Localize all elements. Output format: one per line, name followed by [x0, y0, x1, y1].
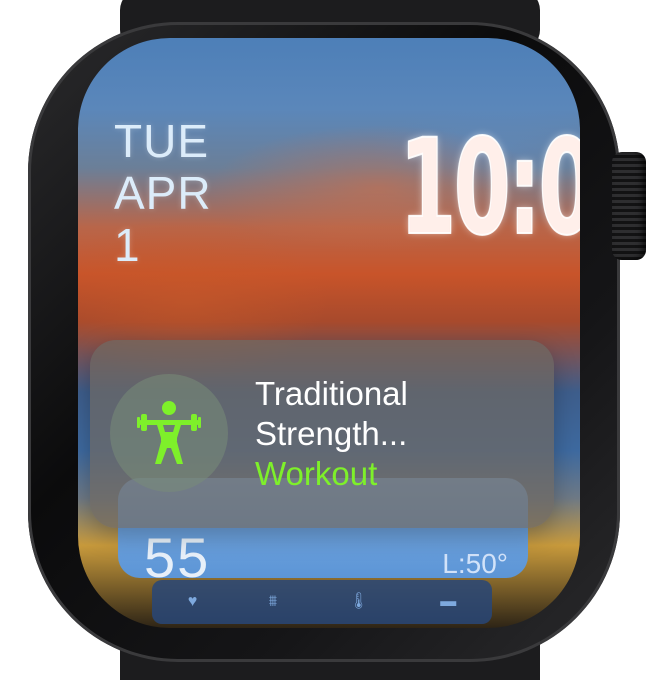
notification-title: Traditional Strength...	[255, 374, 545, 454]
workout-icon-badge	[110, 374, 228, 492]
date-complication: TUE APR 1	[114, 116, 212, 272]
weather-low-temp: L:50°	[442, 548, 508, 579]
weather-temperature: 55	[144, 526, 211, 589]
bed-icon[interactable]: ▬	[440, 594, 456, 610]
day-label: 1	[114, 219, 141, 271]
watch-screen: TUE APR 1 10:09 55 L:50° ♥ ⩩ 🌡 ▬	[78, 38, 580, 628]
notification-title-line1: Traditional	[255, 375, 408, 412]
digital-crown[interactable]	[612, 152, 646, 260]
heart-icon[interactable]: ♥	[188, 594, 198, 610]
thermometer-icon[interactable]: 🌡	[349, 594, 369, 610]
notification-subtitle: Workout	[255, 455, 378, 492]
weightlifting-icon	[137, 401, 201, 464]
complication-bar: ♥ ⩩ 🌡 ▬	[152, 580, 492, 624]
workout-notification-card[interactable]: Traditional Strength... Workout	[90, 340, 554, 528]
time-display: 10:09	[399, 110, 580, 266]
lungs-icon[interactable]: ⩩	[269, 594, 278, 610]
notification-title-line2: Strength...	[255, 415, 408, 452]
weekday-label: TUE	[114, 115, 209, 167]
month-label: APR	[114, 167, 212, 219]
